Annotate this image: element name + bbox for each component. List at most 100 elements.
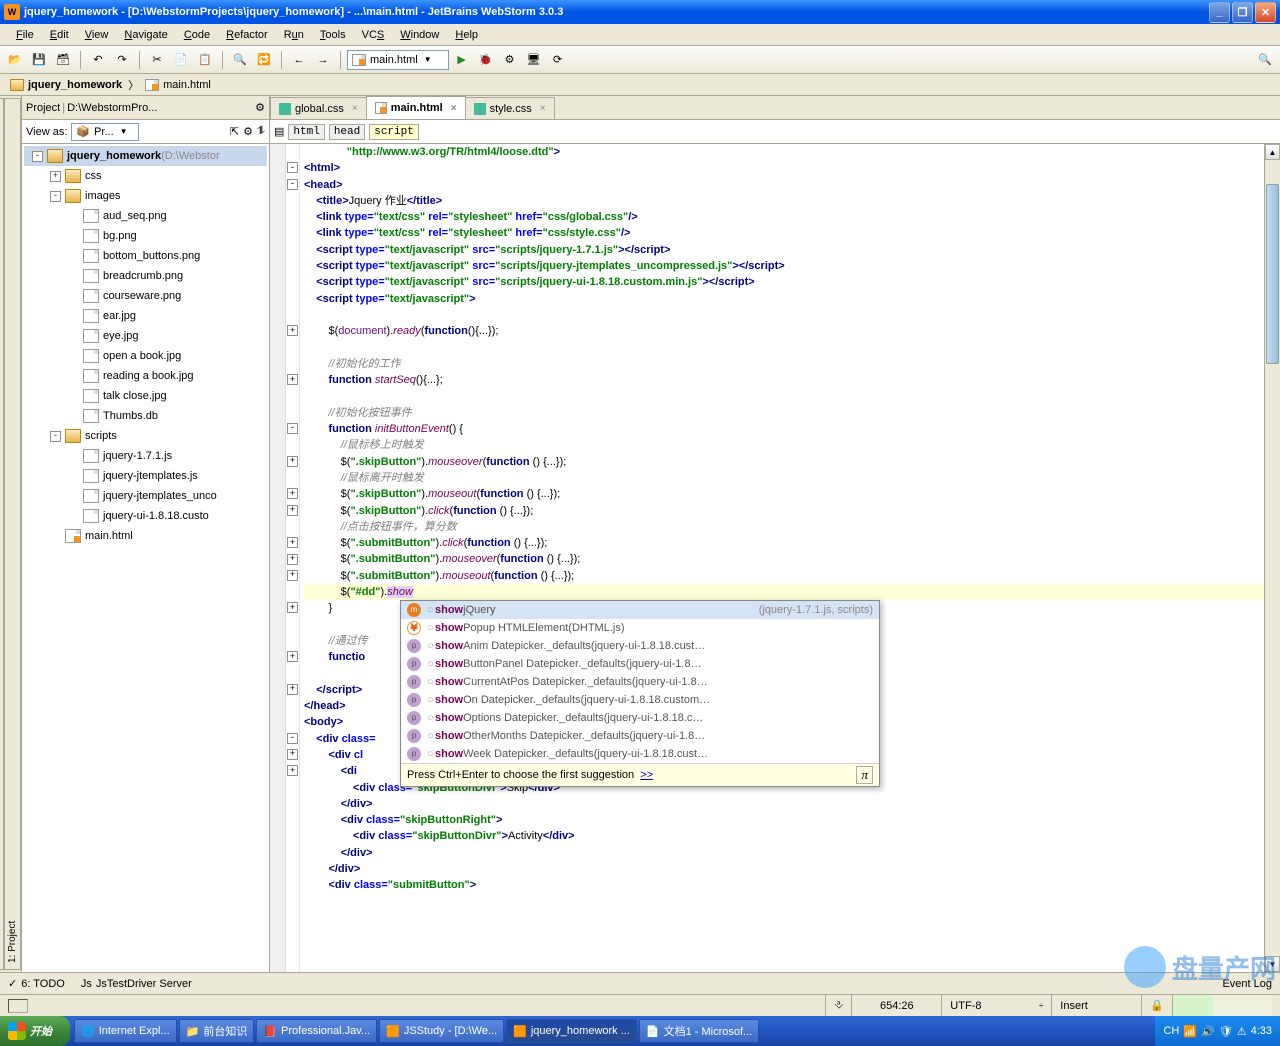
view-as-dropdown[interactable]: 📦 Pr...▼: [71, 123, 138, 141]
back-button[interactable]: ←: [288, 49, 310, 71]
taskbar-item[interactable]: 🟧JSStudy - [D:\We...: [379, 1019, 504, 1043]
fold-toggle[interactable]: -: [287, 162, 298, 173]
menu-refactor[interactable]: Refactor: [218, 27, 276, 43]
fold-toggle[interactable]: +: [287, 325, 298, 336]
run-button[interactable]: ▶: [451, 49, 473, 71]
save-button[interactable]: 💾: [28, 49, 50, 71]
refresh-button[interactable]: ⟳: [547, 49, 569, 71]
hide-panel-icon[interactable]: ⥮: [257, 125, 265, 138]
bc-script[interactable]: script: [369, 124, 419, 140]
taskbar-item[interactable]: 🟧jquery_homework ...: [506, 1019, 637, 1043]
replace-button[interactable]: 🔁: [253, 49, 275, 71]
menu-edit[interactable]: Edit: [42, 27, 77, 43]
save-all-button[interactable]: 🗃: [52, 49, 74, 71]
crumb-project[interactable]: jquery_homework: [10, 79, 122, 91]
fold-toggle[interactable]: -: [287, 423, 298, 434]
find-button[interactable]: 🔍: [229, 49, 251, 71]
code-completion-popup[interactable]: m ○ show jQuery (jquery-1.7.1.js, script…: [400, 600, 880, 787]
menu-code[interactable]: Code: [176, 27, 218, 43]
completion-item[interactable]: p ○ showWeek Datepicker._defaults(jquery…: [401, 745, 879, 763]
code-area[interactable]: --++-+++++++++-++ "http://www.w3.org/TR/…: [270, 144, 1280, 972]
completion-item[interactable]: 🦊 ○ showPopup HTMLElement(DHTML.js): [401, 619, 879, 637]
tree-node[interactable]: Thumbs.db: [24, 406, 267, 426]
menu-window[interactable]: Window: [392, 27, 447, 43]
tree-node[interactable]: bottom_buttons.png: [24, 246, 267, 266]
system-tray[interactable]: CH 📶 🔊 🛡 ⚠ 4:33: [1155, 1016, 1280, 1046]
memory-indicator[interactable]: [1172, 995, 1272, 1016]
tray-icon[interactable]: 📶: [1183, 1025, 1197, 1038]
paste-button[interactable]: 📋: [194, 49, 216, 71]
taskbar-item[interactable]: 📕Professional.Jav...: [256, 1019, 377, 1043]
fold-toggle[interactable]: +: [287, 602, 298, 613]
status-lock-icon[interactable]: 🔒: [1141, 995, 1172, 1016]
tree-node[interactable]: -jquery_homework (D:\Webstor: [24, 146, 267, 166]
menu-view[interactable]: View: [77, 27, 117, 43]
close-tab-icon[interactable]: ×: [540, 103, 546, 114]
tree-node[interactable]: talk close.jpg: [24, 386, 267, 406]
tree-node[interactable]: bg.png: [24, 226, 267, 246]
undo-button[interactable]: ↶: [87, 49, 109, 71]
todo-tab[interactable]: ✓ 6: TODO: [8, 977, 65, 990]
completion-item[interactable]: p ○ showOn Datepicker._defaults(jquery-u…: [401, 691, 879, 709]
editor-tab[interactable]: main.html×: [366, 96, 466, 119]
menu-help[interactable]: Help: [447, 27, 486, 43]
tree-node[interactable]: -images: [24, 186, 267, 206]
fold-toggle[interactable]: +: [287, 374, 298, 385]
browser-button[interactable]: 🖥: [523, 49, 545, 71]
tray-icon[interactable]: ⚠: [1237, 1025, 1247, 1038]
completion-item[interactable]: p ○ showAnim Datepicker._defaults(jquery…: [401, 637, 879, 655]
minimize-button[interactable]: _: [1209, 2, 1230, 23]
tree-node[interactable]: main.html: [24, 526, 267, 546]
editor-tab[interactable]: style.css×: [465, 97, 555, 119]
completion-item[interactable]: p ○ showCurrentAtPos Datepicker._default…: [401, 673, 879, 691]
tree-node[interactable]: aud_seq.png: [24, 206, 267, 226]
tray-icon[interactable]: 🛡: [1219, 1025, 1233, 1038]
insert-mode[interactable]: Insert: [1051, 995, 1141, 1016]
menu-vcs[interactable]: VCS: [354, 27, 393, 43]
tree-node[interactable]: jquery-jtemplates_unco: [24, 486, 267, 506]
stop-button[interactable]: ⚙: [499, 49, 521, 71]
fold-toggle[interactable]: -: [287, 179, 298, 190]
editor-tab[interactable]: global.css×: [270, 97, 367, 119]
fold-toggle[interactable]: +: [287, 554, 298, 565]
fold-toggle[interactable]: +: [287, 749, 298, 760]
completion-item[interactable]: m ○ show jQuery (jquery-1.7.1.js, script…: [401, 601, 879, 619]
close-button[interactable]: ✕: [1255, 2, 1276, 23]
tree-node[interactable]: open a book.jpg: [24, 346, 267, 366]
tree-node[interactable]: reading a book.jpg: [24, 366, 267, 386]
fold-toggle[interactable]: +: [287, 570, 298, 581]
completion-item[interactable]: p ○ showButtonPanel Datepicker._defaults…: [401, 655, 879, 673]
copy-button[interactable]: 📄: [170, 49, 192, 71]
fold-toggle[interactable]: +: [287, 537, 298, 548]
tree-node[interactable]: breadcrumb.png: [24, 266, 267, 286]
completion-item[interactable]: p ○ showOtherMonths Datepicker._defaults…: [401, 727, 879, 745]
completion-item[interactable]: p ○ showOptions Datepicker._defaults(jqu…: [401, 709, 879, 727]
redo-button[interactable]: ↷: [111, 49, 133, 71]
tree-node[interactable]: eye.jpg: [24, 326, 267, 346]
debug-button[interactable]: 🐞: [475, 49, 497, 71]
tray-icon[interactable]: 🔊: [1201, 1025, 1215, 1038]
fold-toggle[interactable]: +: [287, 456, 298, 467]
tree-node[interactable]: jquery-jtemplates.js: [24, 466, 267, 486]
maximize-button[interactable]: ❐: [1232, 2, 1253, 23]
scroll-thumb[interactable]: [1266, 184, 1279, 364]
start-button[interactable]: 开始: [0, 1016, 70, 1046]
taskbar-item[interactable]: 📁前台知识: [179, 1019, 255, 1043]
encoding-selector[interactable]: UTF-8 ÷: [941, 995, 1051, 1016]
tab-project[interactable]: 1: Project: [4, 98, 21, 970]
bc-nav-icon[interactable]: ▤: [274, 125, 284, 138]
bc-html[interactable]: html: [288, 124, 324, 140]
tree-node[interactable]: jquery-ui-1.8.18.custo: [24, 506, 267, 526]
crumb-file[interactable]: main.html: [145, 79, 211, 91]
bc-head[interactable]: head: [329, 124, 365, 140]
menu-navigate[interactable]: Navigate: [116, 27, 175, 43]
taskbar-item[interactable]: 📄文档1 - Microsof...: [639, 1019, 759, 1043]
open-button[interactable]: 📂: [4, 49, 26, 71]
jstestdriver-tab[interactable]: Js JsTestDriver Server: [81, 978, 192, 990]
search-everywhere-button[interactable]: 🔍: [1254, 49, 1276, 71]
close-tab-icon[interactable]: ×: [451, 103, 457, 114]
completion-more-link[interactable]: >>: [640, 767, 653, 783]
tree-gear-icon[interactable]: ⚙: [243, 125, 253, 138]
fold-toggle[interactable]: +: [287, 684, 298, 695]
forward-button[interactable]: →: [312, 49, 334, 71]
